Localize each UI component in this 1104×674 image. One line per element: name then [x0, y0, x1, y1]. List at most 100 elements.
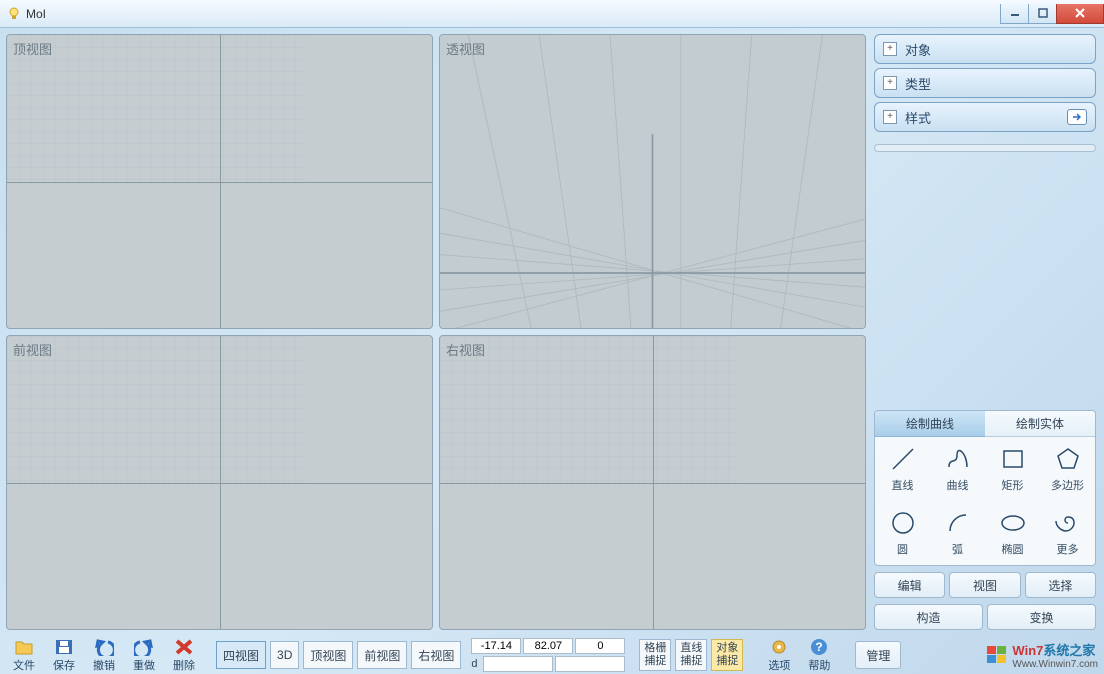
tool-label: 直线: [892, 477, 914, 493]
save-icon: [54, 638, 74, 656]
tool-ellipse[interactable]: 椭圆: [985, 501, 1040, 565]
axis-vertical: [653, 336, 654, 629]
tool-rect[interactable]: 矩形: [985, 437, 1040, 501]
tool-curve[interactable]: 曲线: [930, 437, 985, 501]
axis-vertical: [220, 35, 221, 328]
app-icon: [6, 6, 22, 22]
view-quad-button[interactable]: 四视图: [216, 641, 266, 669]
tool-palette: 绘制曲线 绘制实体 直线 曲线 矩形 多边形 圆 弧 椭圆 更多: [874, 410, 1096, 566]
expand-icon[interactable]: +: [883, 110, 897, 124]
viewport-area: 顶视图 透视图 前视图: [0, 28, 872, 636]
btn-label: 重做: [133, 657, 155, 673]
line-snap-button[interactable]: 直线捕捉: [675, 639, 707, 671]
viewport-label: 顶视图: [13, 39, 52, 58]
arrow-right-icon[interactable]: [1067, 109, 1087, 125]
cmd-transform[interactable]: 变换: [987, 604, 1096, 630]
btn-label: 前视图: [364, 647, 400, 664]
watermark-url: Www.Winwin7.com: [1012, 659, 1098, 670]
tool-arc[interactable]: 弧: [930, 501, 985, 565]
manage-button[interactable]: 管理: [855, 641, 901, 669]
panel-styles[interactable]: + 样式: [874, 102, 1096, 132]
maximize-button[interactable]: [1028, 4, 1057, 24]
gear-icon: [769, 638, 789, 656]
object-snap-button[interactable]: 对象捕捉: [711, 639, 743, 671]
undo-icon: [94, 638, 114, 656]
tool-more[interactable]: 更多: [1040, 501, 1095, 565]
btn-label: 帮助: [808, 657, 830, 673]
btn-label: 编辑: [898, 577, 922, 594]
view-right-button[interactable]: 右视图: [411, 641, 461, 669]
viewport-front[interactable]: 前视图: [6, 335, 433, 630]
view-front-button[interactable]: 前视图: [357, 641, 407, 669]
tool-label: 更多: [1057, 541, 1079, 557]
cmd-select[interactable]: 选择: [1025, 572, 1096, 598]
viewport-top[interactable]: 顶视图: [6, 34, 433, 329]
sidebar: + 对象 + 类型 + 样式 绘制曲线 绘制实体 直线 曲线 矩形: [872, 28, 1104, 636]
file-button[interactable]: 文件: [6, 637, 42, 673]
ellipse-icon: [999, 509, 1027, 537]
tab-draw-curve[interactable]: 绘制曲线: [875, 411, 985, 437]
btn-label: 顶视图: [310, 647, 346, 664]
btn-label: 3D: [277, 648, 292, 662]
d-input-2[interactable]: [555, 656, 625, 672]
grid-snap-button[interactable]: 格栅捕捉: [639, 639, 671, 671]
tool-label: 圆: [897, 541, 908, 557]
expand-icon[interactable]: +: [883, 76, 897, 90]
coord-y-input[interactable]: [523, 638, 573, 654]
progress-slider[interactable]: [874, 144, 1096, 152]
tool-label: 矩形: [1002, 477, 1024, 493]
redo-button[interactable]: 重做: [126, 637, 162, 673]
undo-button[interactable]: 撤销: [86, 637, 122, 673]
minimize-button[interactable]: [1000, 4, 1029, 24]
view-3d-button[interactable]: 3D: [270, 641, 299, 669]
btn-label: 撤销: [93, 657, 115, 673]
coord-x-input[interactable]: [471, 638, 521, 654]
snap-label-2: 捕捉: [716, 655, 738, 668]
delete-button[interactable]: 删除: [166, 637, 202, 673]
viewport-perspective[interactable]: 透视图: [439, 34, 866, 329]
snap-label-1: 格栅: [644, 642, 666, 655]
view-top-button[interactable]: 顶视图: [303, 641, 353, 669]
btn-label: 删除: [173, 657, 195, 673]
viewport-right[interactable]: 右视图: [439, 335, 866, 630]
viewport-label: 右视图: [446, 340, 485, 359]
tool-line[interactable]: 直线: [875, 437, 930, 501]
cmd-construct[interactable]: 构造: [874, 604, 983, 630]
window-title: MoI: [26, 7, 46, 21]
viewport-label: 前视图: [13, 340, 52, 359]
curve-icon: [944, 445, 972, 473]
coord-z-input[interactable]: [575, 638, 625, 654]
btn-label: 文件: [13, 657, 35, 673]
rect-icon: [999, 445, 1027, 473]
tab-draw-solid[interactable]: 绘制实体: [985, 411, 1095, 437]
expand-icon[interactable]: +: [883, 42, 897, 56]
close-button[interactable]: [1056, 4, 1104, 24]
tool-polygon[interactable]: 多边形: [1040, 437, 1095, 501]
grid: [440, 35, 865, 329]
cmd-edit[interactable]: 编辑: [874, 572, 945, 598]
save-button[interactable]: 保存: [46, 637, 82, 673]
btn-label: 变换: [1029, 609, 1053, 626]
d-input-1[interactable]: [483, 656, 553, 672]
tool-label: 多边形: [1051, 477, 1084, 493]
options-button[interactable]: 选项: [761, 637, 797, 673]
coordinate-display: d: [471, 638, 625, 672]
btn-label: 右视图: [418, 647, 454, 664]
watermark-text-1: Win7: [1012, 643, 1043, 658]
panel-objects[interactable]: + 对象: [874, 34, 1096, 64]
help-button[interactable]: ?帮助: [801, 637, 837, 673]
bottom-bar: 文件 保存 撤销 重做 删除 四视图 3D 顶视图 前视图 右视图 d 格栅捕捉…: [0, 636, 1104, 674]
snap-label-2: 捕捉: [644, 655, 666, 668]
btn-label: 四视图: [223, 647, 259, 664]
cmd-view[interactable]: 视图: [949, 572, 1020, 598]
tool-circle[interactable]: 圆: [875, 501, 930, 565]
line-icon: [889, 445, 917, 473]
help-icon: ?: [809, 638, 829, 656]
tab-label: 绘制实体: [1016, 415, 1064, 432]
folder-icon: [14, 638, 34, 656]
titlebar: MoI: [0, 0, 1104, 28]
axis-vertical: [220, 336, 221, 629]
window-buttons: [1001, 4, 1104, 24]
panel-label: 样式: [905, 108, 931, 127]
panel-types[interactable]: + 类型: [874, 68, 1096, 98]
